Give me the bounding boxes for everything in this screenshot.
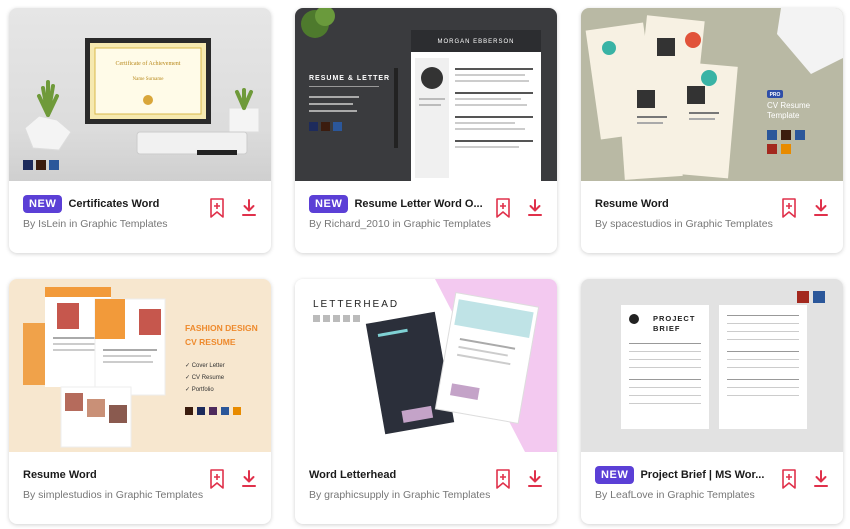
download-icon[interactable] [813, 469, 829, 489]
download-icon[interactable] [527, 198, 543, 218]
download-icon[interactable] [813, 198, 829, 218]
item-thumbnail[interactable]: PRO CV Resume Template [581, 8, 843, 181]
item-card-project-brief[interactable]: PROJECT BRIEF NEW Project Brief | MS Wor… [581, 279, 843, 524]
bookmark-add-icon[interactable] [495, 469, 511, 489]
cert-heading: Certificate of Achievement [116, 60, 181, 67]
bookmark-add-icon[interactable] [209, 469, 225, 489]
new-badge: NEW [309, 195, 349, 213]
download-icon[interactable] [241, 469, 257, 489]
bookmark-add-icon[interactable] [209, 198, 225, 218]
bookmark-add-icon[interactable] [495, 198, 511, 218]
new-badge: NEW [23, 195, 63, 213]
item-author[interactable]: By Richard_2010 in Graphic Templates [309, 218, 494, 231]
item-author[interactable]: By graphicsupply in Graphic Templates [309, 489, 494, 502]
project-brief-preview-image: PROJECT BRIEF [621, 291, 825, 429]
item-author[interactable]: By IsLein in Graphic Templates [23, 218, 208, 231]
item-title[interactable]: Resume Letter Word O... [354, 198, 482, 210]
item-thumbnail[interactable]: PROJECT BRIEF [581, 279, 843, 452]
cert-name: Name Surname [133, 77, 165, 82]
fashion-heading-1: FASHION DESIGN [185, 323, 258, 333]
letterhead-preview-image: LETTERHEAD [313, 279, 557, 452]
cv-heading: CV Resume [767, 101, 811, 110]
fashion-bullet-3: ✓ Portfolio [185, 387, 214, 393]
cv-resume-preview-image: PRO CV Resume Template [585, 8, 843, 180]
item-card-resume-word-simplestudios[interactable]: FASHION DESIGN CV RESUME ✓ Cover Letter … [9, 279, 271, 524]
resume-heading: RESUME & LETTER [309, 75, 390, 82]
item-author[interactable]: By LeafLove in Graphic Templates [595, 489, 780, 502]
item-title[interactable]: Project Brief | MS Wor... [640, 469, 764, 481]
item-card-resume-letter[interactable]: RESUME & LETTER MORGAN EBBERSON NEW Resu… [295, 8, 557, 253]
fashion-heading-2: CV RESUME [185, 337, 236, 347]
resume-letter-preview-image: RESUME & LETTER MORGAN EBBERSON [301, 8, 541, 181]
certificate-preview-image: Certificate of Achievement Name Surname [23, 38, 260, 170]
item-thumbnail[interactable]: LETTERHEAD [295, 279, 557, 452]
bookmark-add-icon[interactable] [781, 198, 797, 218]
item-card-resume-word-spacestudios[interactable]: PRO CV Resume Template Resume Word By sp… [581, 8, 843, 253]
letterhead-heading: LETTERHEAD [313, 299, 399, 310]
item-thumbnail[interactable]: Certificate of Achievement Name Surname [9, 8, 271, 181]
pro-badge: PRO [770, 92, 781, 98]
brief-heading-2: BRIEF [653, 324, 681, 333]
fashion-resume-preview-image: FASHION DESIGN CV RESUME ✓ Cover Letter … [23, 287, 258, 448]
brief-heading-1: PROJECT [653, 314, 695, 323]
item-thumbnail[interactable]: FASHION DESIGN CV RESUME ✓ Cover Letter … [9, 279, 271, 452]
fashion-bullet-2: ✓ CV Resume [185, 375, 225, 381]
fashion-bullet-1: ✓ Cover Letter [185, 363, 225, 369]
item-card-certificates-word[interactable]: Certificate of Achievement Name Surname … [9, 8, 271, 253]
bookmark-add-icon[interactable] [781, 469, 797, 489]
item-title[interactable]: Word Letterhead [309, 469, 396, 481]
item-thumbnail[interactable]: RESUME & LETTER MORGAN EBBERSON [295, 8, 557, 181]
item-title[interactable]: Resume Word [595, 198, 669, 210]
item-author[interactable]: By simplestudios in Graphic Templates [23, 489, 208, 502]
item-author[interactable]: By spacestudios in Graphic Templates [595, 218, 780, 231]
download-icon[interactable] [527, 469, 543, 489]
item-title[interactable]: Certificates Word [68, 198, 159, 210]
resume-name: MORGAN EBBERSON [437, 39, 514, 45]
cv-heading-2: Template [767, 111, 800, 120]
item-card-word-letterhead[interactable]: LETTERHEAD Word Letterhead By graphicsup… [295, 279, 557, 524]
new-badge: NEW [595, 466, 635, 484]
download-icon[interactable] [241, 198, 257, 218]
item-title[interactable]: Resume Word [23, 469, 97, 481]
